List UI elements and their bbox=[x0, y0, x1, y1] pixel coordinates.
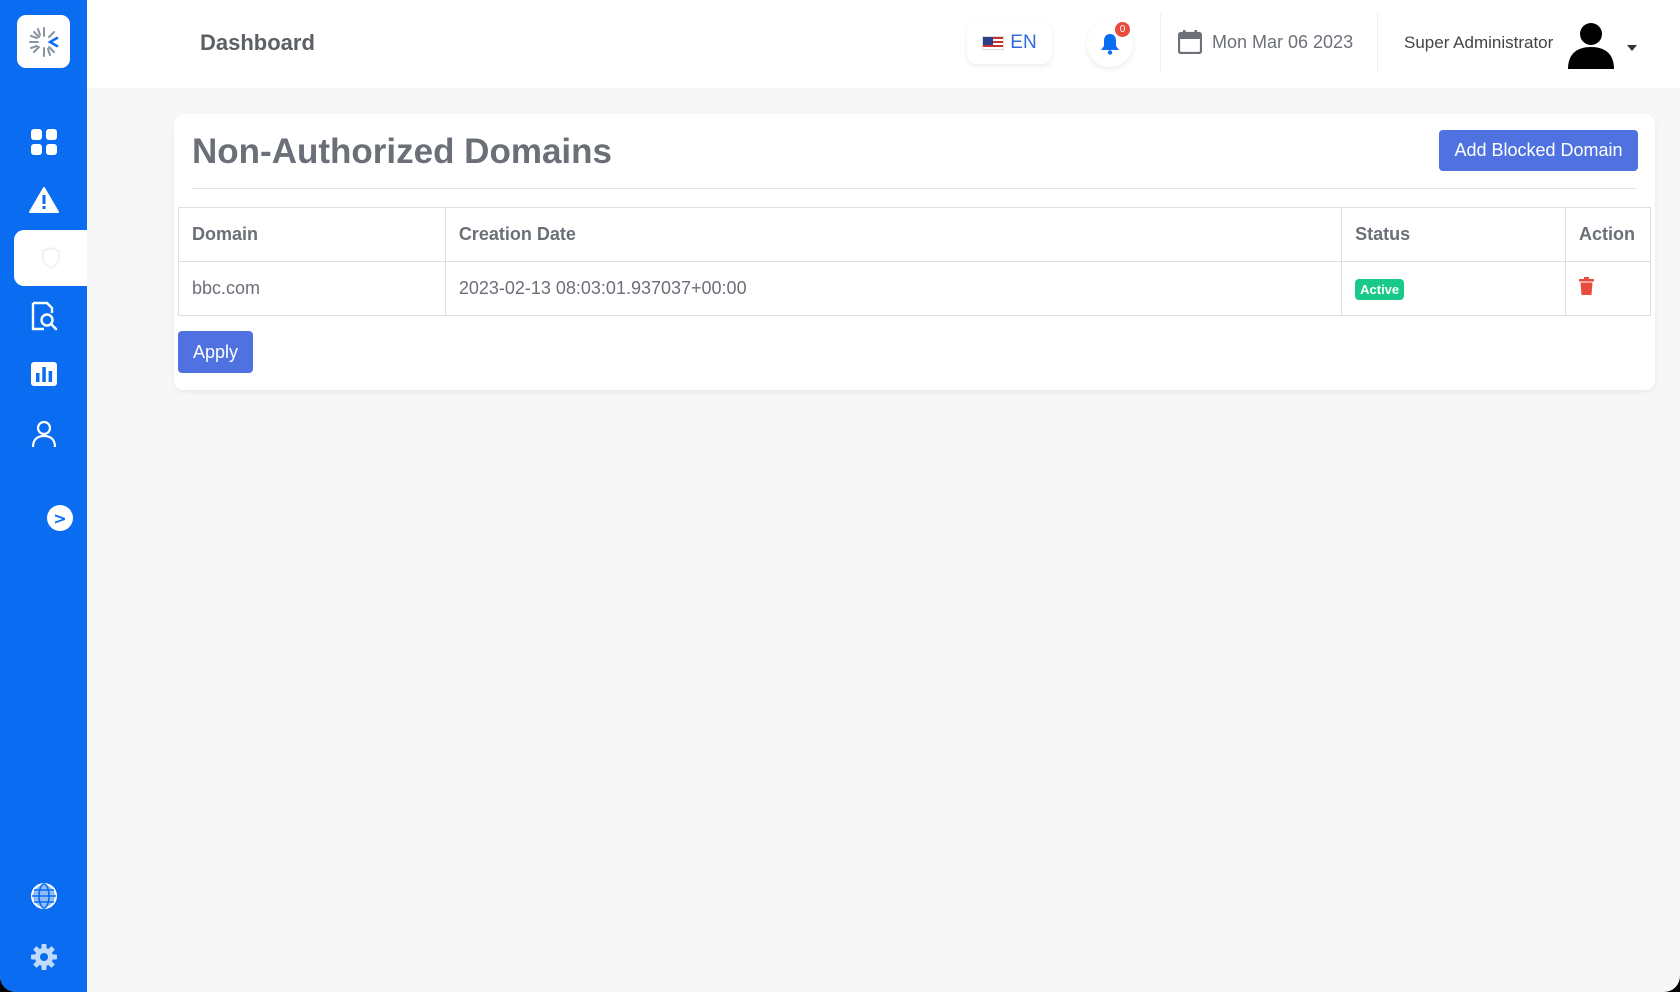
status-cell: Active bbox=[1341, 261, 1566, 316]
column-header-domain: Domain bbox=[178, 207, 446, 262]
domains-table: Domain Creation Date Status Action bbc.c… bbox=[178, 207, 1652, 316]
sidebar-item-globe[interactable] bbox=[0, 868, 87, 924]
header-divider bbox=[1160, 14, 1161, 72]
trash-icon bbox=[1578, 277, 1594, 295]
column-header-status: Status bbox=[1341, 207, 1566, 262]
document-search-icon bbox=[31, 301, 57, 331]
globe-icon bbox=[30, 883, 57, 909]
app-logo[interactable] bbox=[17, 15, 70, 68]
column-header-action: Action bbox=[1564, 207, 1652, 262]
chevron-down-icon bbox=[1627, 45, 1637, 51]
user-menu-caret[interactable] bbox=[1627, 38, 1637, 56]
sidebar-item-users[interactable] bbox=[0, 406, 87, 462]
sidebar-item-alerts[interactable] bbox=[0, 172, 87, 228]
bar-chart-icon bbox=[30, 362, 57, 386]
table-header-row: Domain Creation Date Status Action bbox=[178, 207, 1652, 262]
table-row: bbc.com 2023-02-13 08:03:01.937037+00:00… bbox=[178, 261, 1652, 316]
action-cell bbox=[1564, 261, 1652, 316]
card-title: Non-Authorized Domains bbox=[192, 132, 612, 171]
sidebar-item-reports[interactable] bbox=[0, 346, 87, 402]
page-title: Dashboard bbox=[200, 30, 315, 55]
warning-icon bbox=[28, 187, 59, 213]
delete-button[interactable] bbox=[1578, 277, 1594, 300]
language-selector[interactable]: EN bbox=[967, 22, 1052, 64]
grid-icon bbox=[30, 129, 57, 155]
app-window: > Dashboard EN 0 Mon Mar 06 2023 Super A… bbox=[0, 0, 1680, 992]
header-divider bbox=[1377, 14, 1378, 72]
us-flag-icon bbox=[982, 36, 1005, 50]
top-header: Dashboard EN 0 Mon Mar 06 2023 Super Adm… bbox=[87, 0, 1680, 88]
current-date: Mon Mar 06 2023 bbox=[1178, 30, 1353, 54]
user-avatar[interactable] bbox=[1565, 17, 1617, 69]
sidebar-item-dashboard[interactable] bbox=[0, 114, 87, 170]
calendar-icon bbox=[1178, 30, 1202, 54]
column-header-creation-date: Creation Date bbox=[444, 207, 1343, 262]
language-label: EN bbox=[1010, 32, 1037, 53]
sidebar-item-investigation[interactable] bbox=[0, 288, 87, 344]
status-badge: Active bbox=[1355, 278, 1405, 300]
user-name: Super Administrator bbox=[1404, 33, 1554, 52]
domain-cell: bbc.com bbox=[178, 261, 446, 316]
notifications-button[interactable]: 0 bbox=[1087, 21, 1133, 67]
shield-icon bbox=[41, 246, 60, 270]
sidebar: > bbox=[0, 0, 87, 992]
sidebar-collapse-button[interactable]: > bbox=[47, 505, 73, 531]
domains-card: Non-Authorized Domains Add Blocked Domai… bbox=[174, 114, 1655, 390]
date-label: Mon Mar 06 2023 bbox=[1212, 31, 1354, 52]
user-icon bbox=[31, 420, 56, 448]
sidebar-item-domains[interactable] bbox=[14, 230, 87, 286]
bell-icon bbox=[1101, 34, 1119, 55]
notification-count-badge: 0 bbox=[1115, 22, 1130, 37]
card-divider bbox=[192, 188, 1637, 189]
add-blocked-domain-button[interactable]: Add Blocked Domain bbox=[1439, 130, 1638, 171]
logo-icon bbox=[28, 26, 58, 57]
apply-button[interactable]: Apply bbox=[178, 331, 253, 373]
creation-date-cell: 2023-02-13 08:03:01.937037+00:00 bbox=[444, 261, 1343, 316]
sidebar-item-settings[interactable] bbox=[0, 929, 87, 985]
gear-icon bbox=[30, 944, 57, 970]
avatar-icon bbox=[1565, 17, 1617, 69]
